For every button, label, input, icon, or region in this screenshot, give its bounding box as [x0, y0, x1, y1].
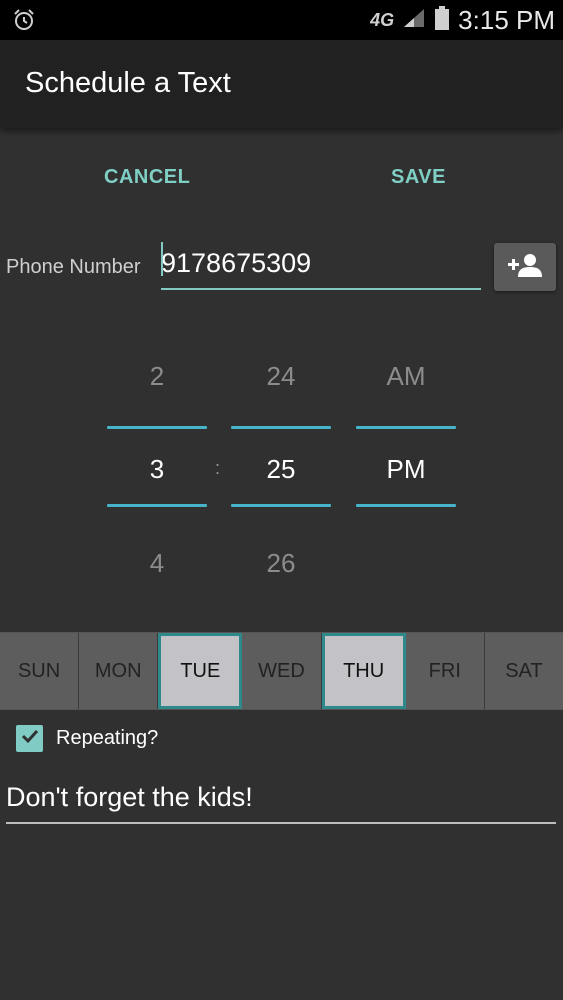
phone-number-label: Phone Number: [6, 256, 141, 278]
minute-selected[interactable]: 25: [231, 454, 331, 485]
day-mon-toggle[interactable]: MON: [79, 633, 159, 709]
hour-prev[interactable]: 2: [107, 361, 207, 392]
phone-number-field[interactable]: [161, 240, 481, 290]
repeating-checkbox[interactable]: [16, 725, 43, 752]
network-type: 4G: [370, 9, 395, 30]
period-prev[interactable]: AM: [356, 361, 456, 392]
status-bar: 4G 3:15 PM: [0, 0, 563, 40]
time-separator: :: [215, 458, 221, 478]
day-sat-toggle[interactable]: SAT: [484, 633, 563, 709]
minute-prev[interactable]: 24: [231, 361, 331, 392]
hour-selected[interactable]: 3: [107, 454, 207, 485]
period-divider-top: [356, 426, 456, 429]
hour-next[interactable]: 4: [107, 548, 207, 579]
repeating-label[interactable]: Repeating?: [56, 727, 158, 750]
message-input[interactable]: [6, 778, 554, 816]
minute-next[interactable]: 26: [231, 548, 331, 579]
day-thu-toggle[interactable]: THU: [321, 633, 406, 709]
add-contact-icon: [507, 252, 543, 283]
phone-number-input[interactable]: [161, 244, 477, 282]
message-field[interactable]: [6, 776, 556, 824]
hour-divider-bottom: [107, 504, 207, 507]
page-title: Schedule a Text: [25, 67, 231, 99]
status-time: 3:15 PM: [458, 4, 555, 35]
day-wed-toggle[interactable]: WED: [242, 633, 322, 709]
pick-contact-button[interactable]: [494, 243, 556, 291]
app-bar: Schedule a Text: [0, 40, 563, 128]
battery-icon: [434, 5, 450, 36]
hour-divider-top: [107, 426, 207, 429]
alarm-clock-icon: [12, 8, 36, 32]
day-fri-toggle[interactable]: FRI: [405, 633, 485, 709]
checkmark-icon: [19, 725, 41, 752]
day-tue-toggle[interactable]: TUE: [158, 633, 243, 709]
save-button[interactable]: SAVE: [391, 166, 446, 189]
cancel-button[interactable]: CANCEL: [104, 166, 190, 189]
day-sun-toggle[interactable]: SUN: [0, 633, 80, 709]
minute-divider-bottom: [231, 504, 331, 507]
period-selected[interactable]: PM: [356, 454, 456, 485]
minute-divider-top: [231, 426, 331, 429]
text-cursor: [161, 242, 163, 276]
signal-icon: [402, 7, 426, 34]
period-divider-bottom: [356, 504, 456, 507]
day-selector: SUN MON TUE WED THU FRI SAT: [0, 632, 563, 710]
